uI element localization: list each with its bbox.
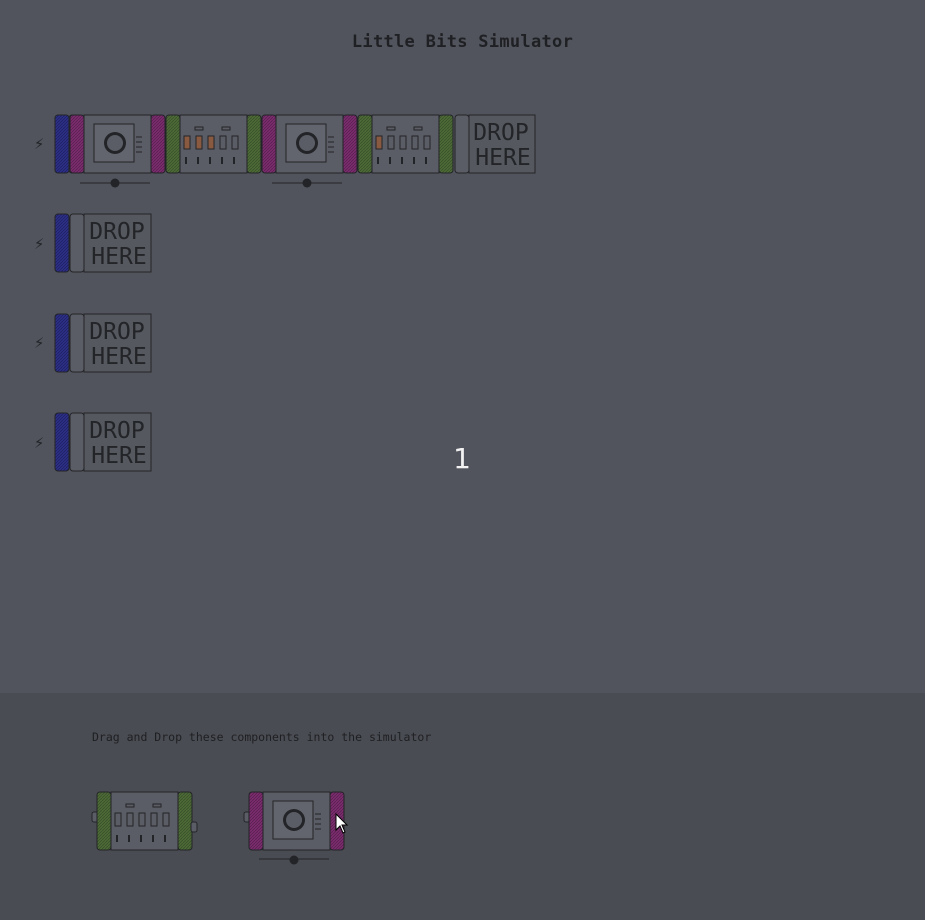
mouse-pointer-icon bbox=[335, 812, 349, 834]
palette-dimmer[interactable] bbox=[243, 791, 345, 865]
palette-items bbox=[91, 791, 345, 865]
palette-bargraph[interactable] bbox=[91, 791, 198, 851]
slider-handle[interactable] bbox=[289, 855, 299, 865]
